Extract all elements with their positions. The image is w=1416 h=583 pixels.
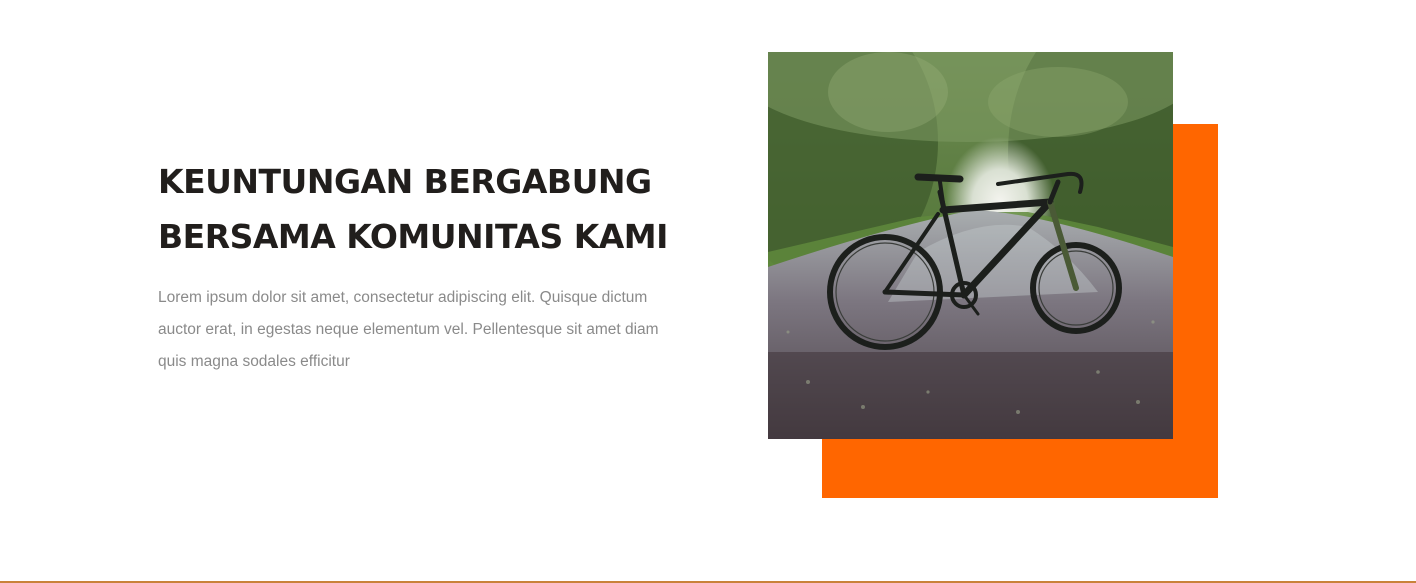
section-description: Lorem ipsum dolor sit amet, consectetur …	[158, 289, 659, 370]
heading-line-2: BERSAMA KOMUNITAS KAMI	[158, 217, 668, 256]
section-heading: KEUNTUNGAN BERGABUNG BERSAMA KOMUNITAS K…	[158, 154, 718, 264]
heading-line-1: KEUNTUNGAN BERGABUNG	[158, 162, 652, 201]
bicycle-photo	[768, 52, 1173, 439]
benefits-section: KEUNTUNGAN BERGABUNG BERSAMA KOMUNITAS K…	[0, 0, 1416, 583]
